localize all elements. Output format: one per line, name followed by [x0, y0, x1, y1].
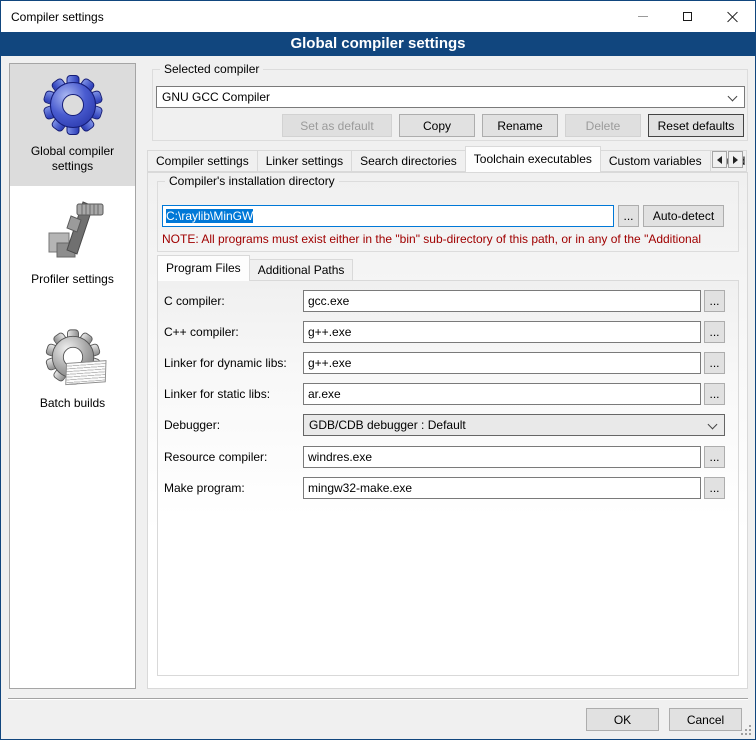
tab-scroll-buttons [712, 151, 743, 168]
c-compiler-label: C compiler: [164, 294, 225, 308]
compiler-select-value: GNU GCC Compiler [162, 90, 270, 104]
installation-directory-group: Compiler's installation directory C:\ray… [157, 181, 739, 252]
make-program-label: Make program: [164, 481, 245, 495]
static-linker-browse-button[interactable]: ... [704, 383, 725, 405]
c-compiler-row: C compiler: ... [158, 290, 738, 312]
installation-directory-input[interactable]: C:\raylib\MinGW [162, 205, 614, 227]
program-files-page: C compiler: ... C++ compiler: ... Linker… [157, 280, 739, 676]
debugger-label: Debugger: [164, 418, 220, 432]
cpp-compiler-row: C++ compiler: ... [158, 321, 738, 343]
c-compiler-input[interactable] [303, 290, 701, 312]
cancel-button[interactable]: Cancel [669, 708, 742, 731]
paper-stack-icon [65, 360, 106, 385]
static-linker-input[interactable] [303, 383, 701, 405]
dialog-content: Global compiler settings Profiler settin… [1, 56, 755, 739]
sidebar-item-label: Batch builds [10, 396, 135, 411]
titlebar: Compiler settings [1, 1, 755, 32]
arrow-left-icon [717, 156, 722, 164]
compiler-settings-dialog: Compiler settings Global compiler settin… [0, 0, 756, 740]
cpp-compiler-input[interactable] [303, 321, 701, 343]
sidebar-item-global-compiler-settings[interactable]: Global compiler settings [10, 64, 135, 186]
footer-separator [8, 698, 748, 700]
static-linker-row: Linker for static libs: ... [158, 383, 738, 405]
bin-subdirectory-note: NOTE: All programs must exist either in … [162, 232, 736, 246]
sidebar-item-profiler-settings[interactable]: Profiler settings [10, 186, 135, 312]
resource-compiler-browse-button[interactable]: ... [704, 446, 725, 468]
window-title: Compiler settings [1, 10, 620, 24]
tab-linker-settings[interactable]: Linker settings [257, 150, 352, 172]
copy-button[interactable]: Copy [399, 114, 475, 137]
subtab-additional-paths[interactable]: Additional Paths [249, 259, 354, 281]
auto-detect-button[interactable]: Auto-detect [643, 205, 724, 227]
programs-subtabstrip: Program Files Additional Paths [157, 257, 352, 281]
set-as-default-button[interactable]: Set as default [282, 114, 392, 137]
blue-gear-icon [41, 73, 105, 137]
debugger-select[interactable]: GDB/CDB debugger : Default [303, 414, 725, 436]
settings-category-list: Global compiler settings Profiler settin… [9, 63, 136, 689]
dynamic-linker-browse-button[interactable]: ... [704, 352, 725, 374]
installation-directory-selected-text: C:\raylib\MinGW [166, 209, 253, 223]
selected-compiler-group-label: Selected compiler [160, 62, 263, 76]
resource-compiler-row: Resource compiler: ... [158, 446, 738, 468]
tab-toolchain-executables[interactable]: Toolchain executables [465, 146, 601, 172]
resource-compiler-input[interactable] [303, 446, 701, 468]
c-compiler-browse-button[interactable]: ... [704, 290, 725, 312]
cpp-compiler-browse-button[interactable]: ... [704, 321, 725, 343]
debugger-select-value: GDB/CDB debugger : Default [309, 418, 466, 432]
sidebar-item-label: Profiler settings [10, 272, 135, 287]
settings-tabstrip: Compiler settings Linker settings Search… [147, 146, 746, 172]
maximize-icon [683, 12, 692, 21]
tab-scroll-right-button[interactable] [728, 151, 743, 168]
sidebar-item-label: Global compiler settings [10, 144, 135, 174]
compiler-select[interactable]: GNU GCC Compiler [156, 86, 745, 108]
rename-button[interactable]: Rename [482, 114, 558, 137]
main-panel: Selected compiler GNU GCC Compiler Set a… [146, 61, 749, 739]
caliper-icon [41, 198, 105, 262]
chevron-down-icon [708, 420, 718, 430]
reset-defaults-button[interactable]: Reset defaults [648, 114, 744, 137]
close-button[interactable] [710, 1, 755, 32]
browse-directory-button[interactable]: ... [618, 205, 639, 227]
dynamic-linker-input[interactable] [303, 352, 701, 374]
compiler-buttons-row: Set as default Copy Rename Delete Reset … [153, 114, 744, 137]
tab-search-directories[interactable]: Search directories [351, 150, 466, 172]
make-program-browse-button[interactable]: ... [704, 477, 725, 499]
minimize-icon [638, 16, 648, 17]
arrow-right-icon [733, 156, 738, 164]
maximize-button[interactable] [665, 1, 710, 32]
subtab-program-files[interactable]: Program Files [157, 255, 250, 281]
ok-button[interactable]: OK [586, 708, 659, 731]
installation-directory-group-label: Compiler's installation directory [165, 174, 339, 188]
dynamic-linker-label: Linker for dynamic libs: [164, 356, 287, 370]
batch-builds-icon [43, 328, 102, 387]
debugger-row: Debugger: GDB/CDB debugger : Default [158, 414, 738, 436]
minimize-button[interactable] [620, 1, 665, 32]
make-program-input[interactable] [303, 477, 701, 499]
chevron-down-icon [728, 92, 738, 102]
resource-compiler-label: Resource compiler: [164, 450, 267, 464]
selected-compiler-group: Selected compiler GNU GCC Compiler Set a… [152, 69, 748, 141]
resize-grip[interactable] [749, 733, 751, 735]
delete-button[interactable]: Delete [565, 114, 641, 137]
cpp-compiler-label: C++ compiler: [164, 325, 239, 339]
make-program-row: Make program: ... [158, 477, 738, 499]
tab-custom-variables[interactable]: Custom variables [600, 150, 711, 172]
static-linker-label: Linker for static libs: [164, 387, 270, 401]
toolchain-executables-page: Compiler's installation directory C:\ray… [147, 172, 748, 689]
close-icon [727, 11, 738, 22]
tab-scroll-left-button[interactable] [712, 151, 727, 168]
tab-compiler-settings[interactable]: Compiler settings [147, 150, 258, 172]
sidebar-item-batch-builds[interactable]: Batch builds [10, 312, 135, 436]
dynamic-linker-row: Linker for dynamic libs: ... [158, 352, 738, 374]
dialog-banner: Global compiler settings [1, 32, 755, 56]
